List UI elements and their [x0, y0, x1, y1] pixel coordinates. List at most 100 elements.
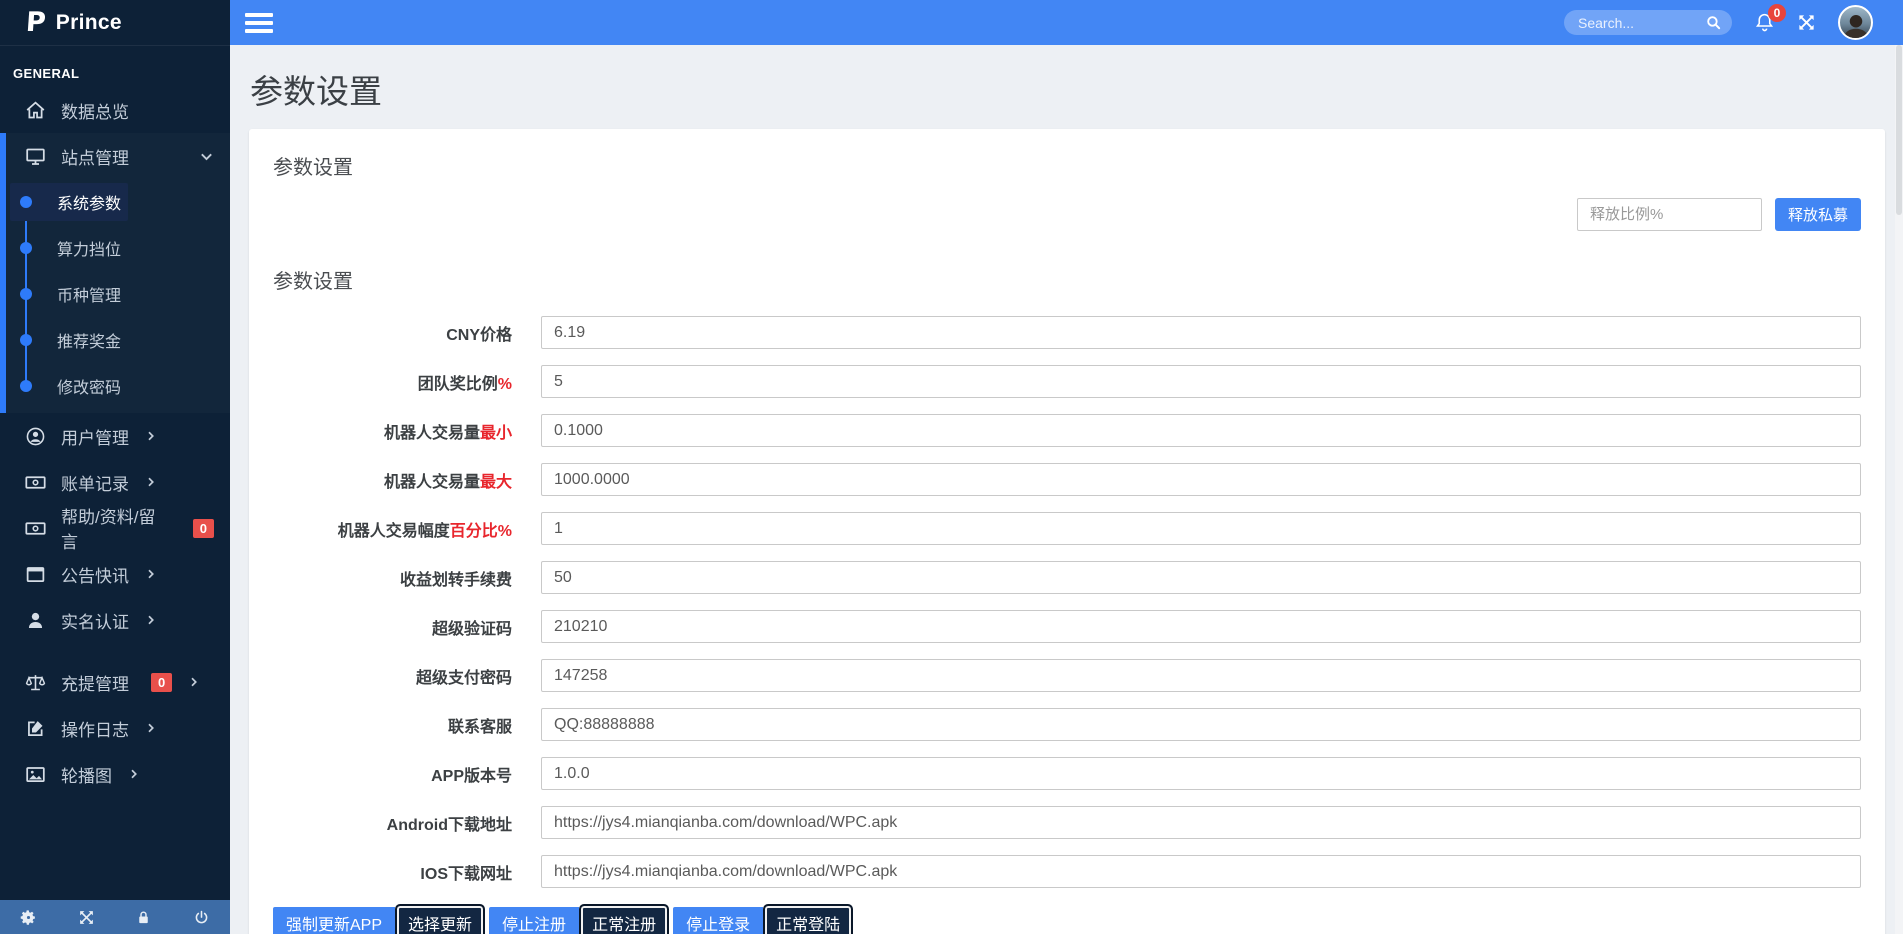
- power-icon[interactable]: [192, 908, 210, 926]
- sidebar-item[interactable]: 操作日志: [0, 705, 230, 751]
- sidebar: P Prince GENERAL 数据总览 站点管理 系统参数 算力挡位 币种管…: [0, 0, 230, 934]
- sidebar-subitem-label: 币种管理: [57, 288, 122, 305]
- sidebar-subitem[interactable]: 算力挡位: [0, 225, 230, 271]
- fullscreen-button[interactable]: [1797, 13, 1816, 32]
- release-ratio-input[interactable]: [1576, 198, 1762, 231]
- sidebar-item[interactable]: 站点管理: [0, 133, 230, 179]
- sidebar-item[interactable]: 实名认证: [0, 597, 230, 643]
- search-input[interactable]: [1578, 14, 1705, 31]
- gear-icon[interactable]: [20, 908, 38, 926]
- form-row: 超级支付密码: [273, 659, 1861, 692]
- bullet-dot-icon: [20, 380, 32, 392]
- form-row: 机器人交易幅度百分比%: [273, 512, 1861, 545]
- card-section-title: 参数设置: [273, 157, 353, 179]
- chevron-right-icon: [128, 767, 140, 781]
- form-row: 收益划转手续费: [273, 561, 1861, 594]
- release-private-button[interactable]: 释放私募: [1774, 198, 1861, 231]
- scrollbar-thumb[interactable]: [1896, 45, 1902, 215]
- expand-icon[interactable]: [77, 908, 95, 926]
- sidebar-subitem[interactable]: 系统参数: [0, 179, 230, 225]
- form-row: Android下载地址: [273, 806, 1861, 839]
- sidebar-item[interactable]: 账单记录: [0, 459, 230, 505]
- sidebar-item[interactable]: 充提管理 0: [0, 659, 230, 705]
- toggle-button-row: 强制更新APP 选择更新 停止注册 正常注册 停止登录 正常登陆: [273, 904, 1861, 934]
- sidebar-footer: [0, 900, 230, 934]
- person-icon: [24, 609, 46, 631]
- card-section-title-2: 参数设置: [273, 271, 353, 293]
- field-input[interactable]: [541, 463, 1861, 496]
- sidebar-item-label: 站点管理: [61, 148, 129, 168]
- bullet-dot-icon: [20, 242, 32, 254]
- sidebar-item[interactable]: 公告快讯: [0, 551, 230, 597]
- sidebar-item[interactable]: 数据总览: [0, 87, 230, 133]
- sidebar-item-label: 公告快讯: [61, 566, 129, 586]
- field-input[interactable]: [541, 561, 1861, 594]
- sidebar-item-label: 操作日志: [61, 720, 129, 740]
- notification-badge: 0: [1768, 4, 1786, 22]
- sidebar-item-label: 用户管理: [61, 428, 129, 448]
- sidebar-item[interactable]: 帮助/资料/留言 0: [0, 505, 230, 552]
- sidebar-item-label: 充提管理: [61, 674, 129, 694]
- submenu: 系统参数 算力挡位 币种管理 推荐奖金 修改密码: [0, 179, 230, 413]
- field-input[interactable]: [541, 708, 1861, 741]
- prince-p-icon: P: [24, 7, 47, 38]
- notifications-button[interactable]: 0: [1754, 4, 1786, 33]
- sidebar-item-label: 账单记录: [61, 474, 129, 494]
- page-scrollbar[interactable]: [1895, 45, 1903, 934]
- field-input[interactable]: [541, 316, 1861, 349]
- user-circle-icon: [24, 425, 46, 447]
- logo[interactable]: P Prince: [0, 0, 230, 46]
- user-avatar[interactable]: [1838, 5, 1873, 40]
- lock-icon[interactable]: [135, 908, 153, 926]
- sidebar-item[interactable]: 轮播图: [0, 751, 230, 797]
- field-label: IOS下载网址: [420, 865, 512, 883]
- field-label: APP版本号: [431, 767, 512, 785]
- home-icon: [24, 99, 46, 121]
- scales-icon: [24, 671, 46, 693]
- banknote-icon: [24, 471, 46, 493]
- field-input[interactable]: [541, 414, 1861, 447]
- hamburger-menu-button[interactable]: [245, 9, 273, 37]
- sidebar-subitem-label: 修改密码: [57, 380, 122, 397]
- field-input[interactable]: [541, 806, 1861, 839]
- toggle-pair: 停止登录 正常登陆: [673, 904, 854, 934]
- toggle-button[interactable]: 强制更新APP: [273, 907, 396, 934]
- sidebar-item-label: 数据总览: [61, 102, 129, 122]
- sidebar-item[interactable]: 用户管理: [0, 413, 230, 459]
- field-label: 团队奖比例%: [417, 375, 512, 393]
- form-row: APP版本号: [273, 757, 1861, 790]
- chevron-right-icon: [145, 475, 157, 489]
- toggle-button[interactable]: 正常注册: [579, 904, 670, 934]
- field-input[interactable]: [541, 365, 1861, 398]
- field-label: 超级验证码: [431, 620, 512, 638]
- field-input[interactable]: [541, 512, 1861, 545]
- field-input[interactable]: [541, 610, 1861, 643]
- toggle-button[interactable]: 正常登陆: [763, 904, 854, 934]
- toggle-button[interactable]: 停止登录: [673, 907, 764, 934]
- sidebar-subitem-label: 算力挡位: [57, 242, 122, 259]
- field-input[interactable]: [541, 659, 1861, 692]
- page-title: 参数设置: [250, 73, 382, 110]
- search-icon[interactable]: [1705, 14, 1722, 31]
- chevron-right-icon: [145, 429, 157, 443]
- field-label: 机器人交易幅度百分比%: [337, 522, 512, 540]
- count-badge: 0: [151, 672, 173, 692]
- toggle-pair: 停止注册 正常注册: [489, 904, 670, 934]
- window-icon: [24, 563, 46, 585]
- sidebar-item-label: 实名认证: [61, 612, 129, 632]
- chevron-right-icon: [145, 567, 157, 581]
- monitor-icon: [24, 145, 46, 167]
- topbar: 0: [230, 0, 1903, 45]
- banknote-icon: [24, 517, 46, 539]
- field-input[interactable]: [541, 855, 1861, 888]
- sidebar-item-label: 帮助/资料/留言: [61, 508, 156, 552]
- form-row: 超级验证码: [273, 610, 1861, 643]
- sidebar-subitem[interactable]: 推荐奖金: [0, 317, 230, 363]
- sidebar-subitem[interactable]: 币种管理: [0, 271, 230, 317]
- sidebar-subitem[interactable]: 修改密码: [0, 363, 230, 409]
- toggle-button[interactable]: 停止注册: [489, 907, 580, 934]
- sidebar-group-站点管理: 站点管理 系统参数 算力挡位 币种管理 推荐奖金 修改密码: [0, 133, 230, 413]
- field-label: 超级支付密码: [415, 669, 512, 687]
- toggle-button[interactable]: 选择更新: [395, 904, 486, 934]
- field-input[interactable]: [541, 757, 1861, 790]
